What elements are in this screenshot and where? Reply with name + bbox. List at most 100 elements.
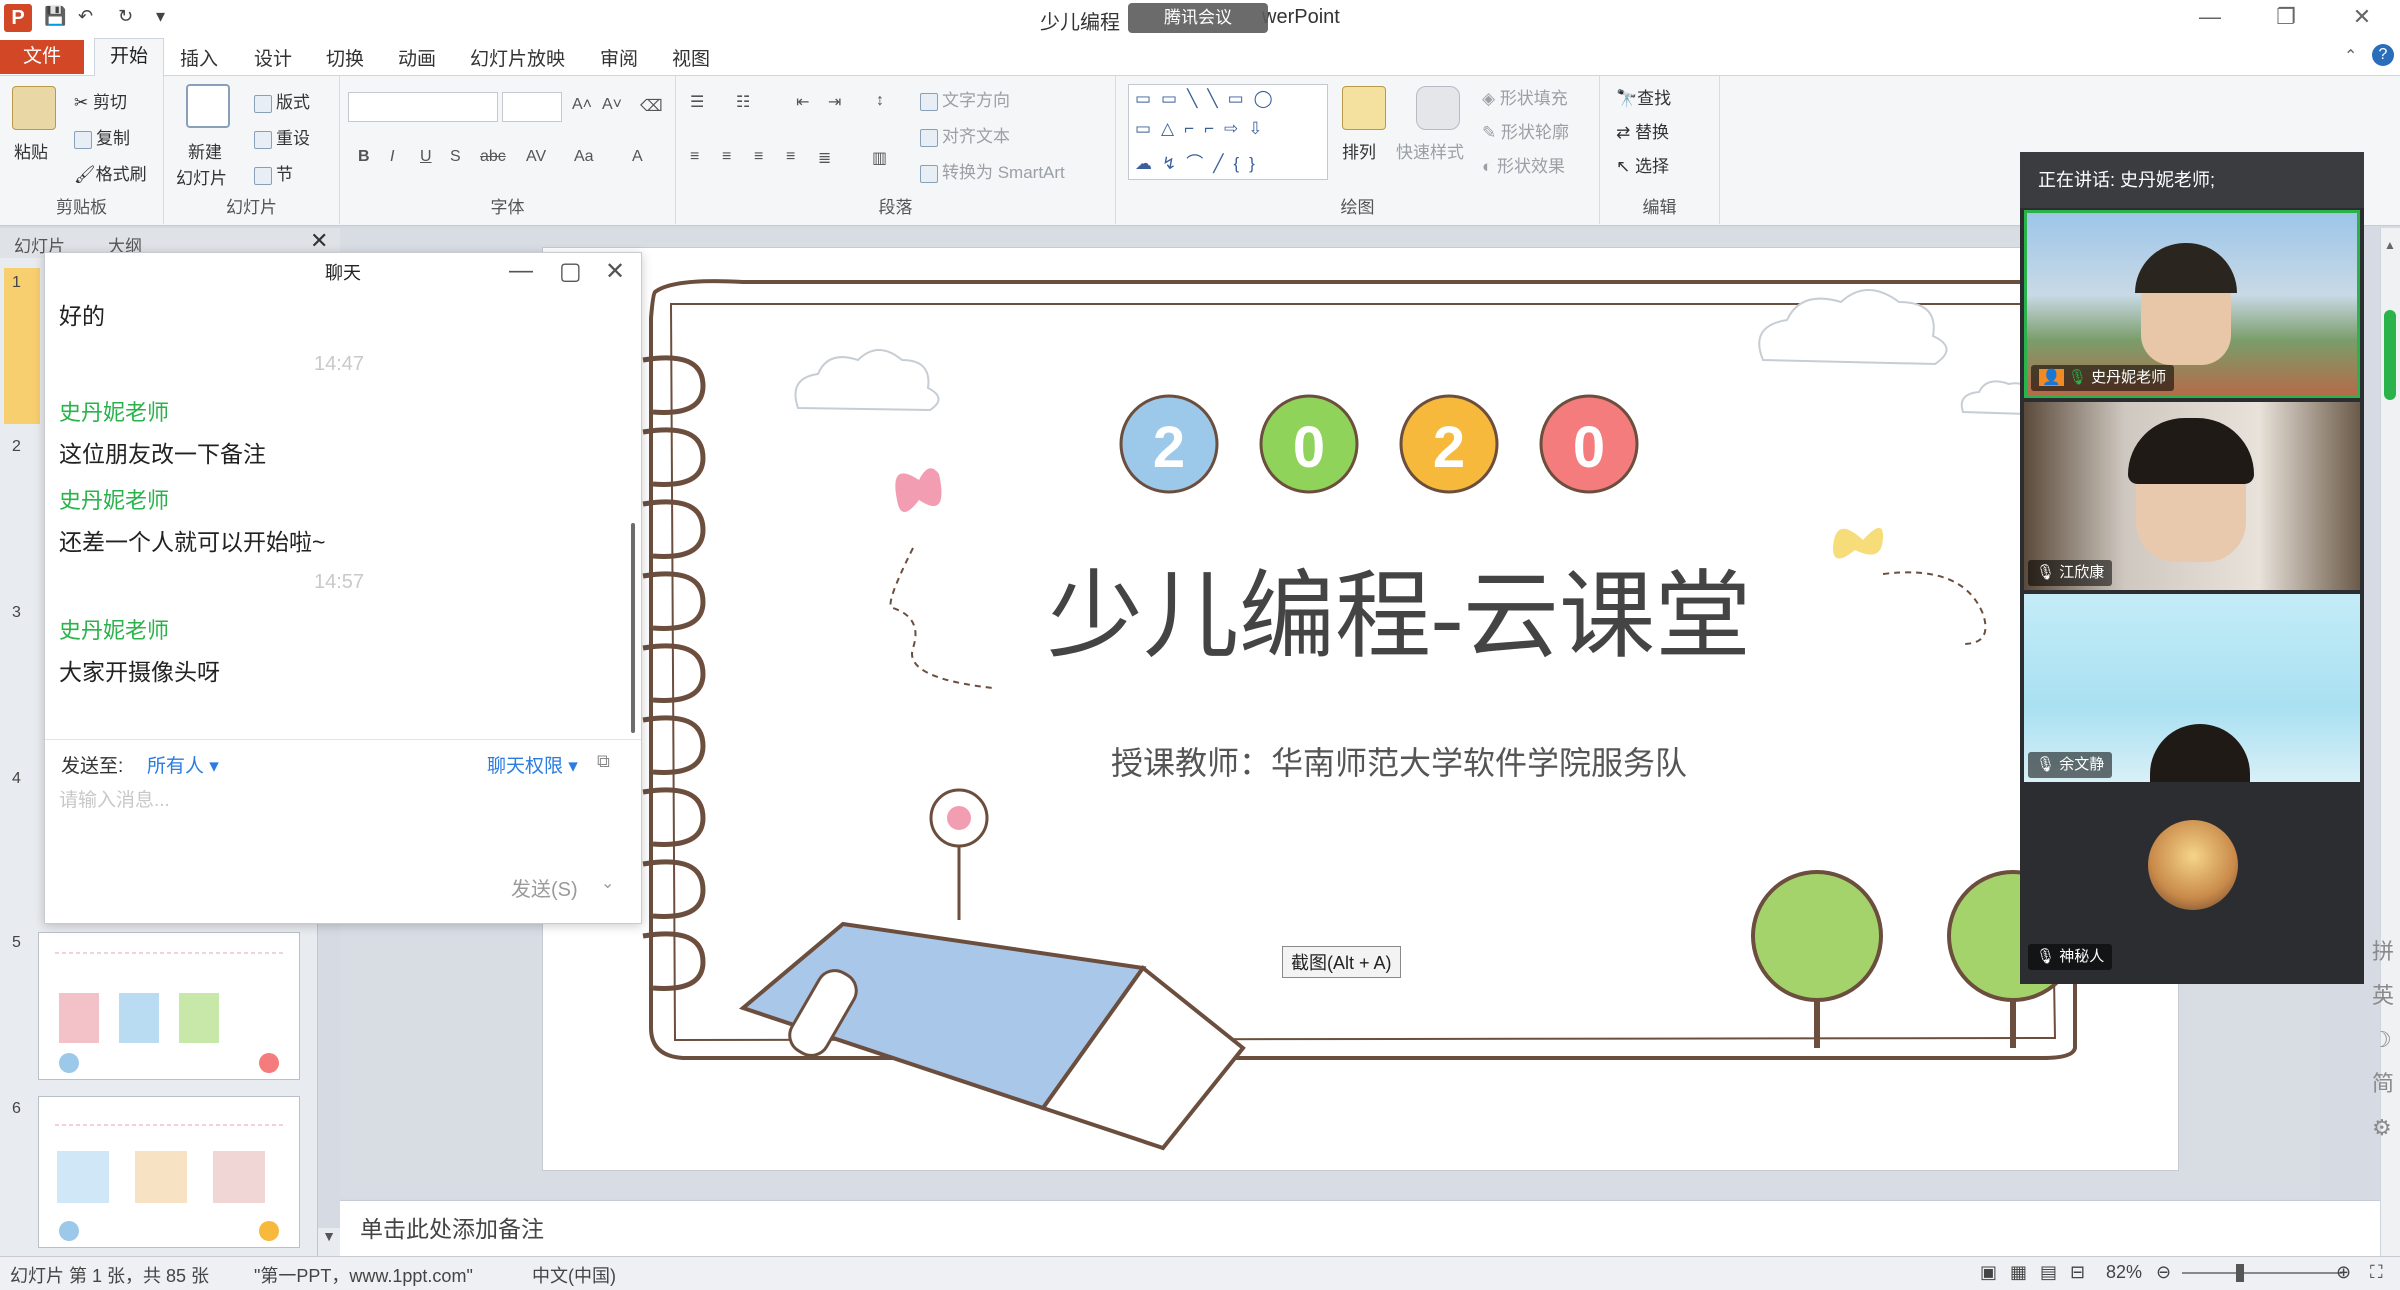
section-button[interactable]: 节: [254, 160, 293, 185]
layout-button[interactable]: 版式: [254, 88, 310, 113]
close-icon[interactable]: ✕: [2342, 4, 2382, 30]
restore-icon[interactable]: ❐: [2266, 4, 2306, 30]
slide-canvas[interactable]: 2 0 2 0 少儿编程-云课堂 授课教师：华南师范大学软件学院服务队: [543, 248, 2178, 1170]
new-slide-label-2[interactable]: 幻灯片: [176, 164, 227, 189]
shrink-font-icon[interactable]: A˅: [602, 96, 622, 114]
text-direction-button[interactable]: 文字方向: [920, 86, 1010, 111]
send-button[interactable]: 发送(S): [511, 873, 578, 902]
tab-insert[interactable]: 插入: [180, 44, 218, 71]
gear-icon[interactable]: ⚙: [2372, 1106, 2394, 1150]
zoom-level[interactable]: 82%: [2106, 1262, 2142, 1283]
shadow-icon[interactable]: S: [450, 148, 461, 166]
zoom-slider-thumb[interactable]: [2236, 1264, 2244, 1282]
select-button[interactable]: ↖ 选择: [1616, 152, 1669, 177]
bold-icon[interactable]: B: [358, 148, 370, 166]
shape-effects-button[interactable]: ◐ 形状效果: [1482, 152, 1565, 177]
scroll-thumb[interactable]: [2384, 310, 2396, 400]
bullets-icon[interactable]: ☰: [690, 92, 704, 112]
video-tile-2[interactable]: 🎙 江欣康: [2024, 402, 2360, 590]
video-tile-4[interactable]: 🎙 神秘人: [2024, 786, 2360, 974]
replace-button[interactable]: ⇄ 替换: [1616, 118, 1669, 143]
tab-animations[interactable]: 动画: [398, 44, 436, 71]
justify-icon[interactable]: ≡: [786, 148, 795, 166]
distribute-icon[interactable]: ≣: [818, 148, 831, 168]
decrease-indent-icon[interactable]: ⇤: [796, 92, 809, 112]
powerpoint-app-icon[interactable]: P: [4, 4, 32, 32]
increase-indent-icon[interactable]: ⇥: [828, 92, 841, 112]
new-slide-label-1[interactable]: 新建: [188, 138, 222, 163]
pane-scroll-down-icon[interactable]: ▼: [318, 1228, 340, 1258]
scroll-up-icon[interactable]: ▲: [2384, 238, 2396, 252]
normal-view-icon[interactable]: ▣: [1980, 1262, 1997, 1283]
font-color-icon[interactable]: A: [632, 148, 643, 166]
italic-icon[interactable]: I: [390, 148, 394, 166]
zoom-out-icon[interactable]: ⊖: [2156, 1262, 2171, 1283]
tab-transitions[interactable]: 切换: [326, 44, 364, 71]
save-icon[interactable]: 💾: [44, 6, 66, 27]
ime-char[interactable]: 拼: [2372, 930, 2394, 974]
tab-view[interactable]: 视图: [672, 44, 710, 71]
cut-button[interactable]: ✂ 剪切: [74, 88, 127, 113]
quick-styles-button[interactable]: 快速样式: [1396, 138, 1464, 163]
ime-toolbar[interactable]: 拼 英 ☽ 简 ⚙: [2372, 930, 2394, 1150]
video-tile-1[interactable]: 👤 🎙 史丹妮老师: [2024, 210, 2360, 398]
shape-outline-button[interactable]: ✎ 形状轮廓: [1482, 118, 1569, 143]
new-slide-icon[interactable]: [186, 84, 230, 128]
copy-button[interactable]: 复制: [74, 124, 130, 149]
char-spacing-icon[interactable]: AV: [526, 148, 546, 166]
align-text-button[interactable]: 对齐文本: [920, 122, 1010, 147]
zoom-slider[interactable]: [2182, 1272, 2342, 1274]
align-right-icon[interactable]: ≡: [754, 148, 763, 166]
moon-icon[interactable]: ☽: [2372, 1018, 2394, 1062]
format-painter-button[interactable]: 🖌格式刷: [74, 160, 147, 185]
chat-scrollbar[interactable]: [631, 523, 635, 733]
tab-file[interactable]: 文件: [0, 40, 84, 74]
meeting-app-indicator[interactable]: 腾讯会议: [1128, 3, 1268, 33]
chat-permissions-button[interactable]: 聊天权限 ▾: [487, 751, 578, 778]
slide-title[interactable]: 少儿编程-云课堂: [999, 538, 1799, 677]
redo-icon[interactable]: ↻: [118, 6, 133, 27]
notes-pane[interactable]: [340, 1200, 2380, 1256]
tab-slideshow[interactable]: 幻灯片放映: [470, 44, 565, 71]
slide-thumbnail-6[interactable]: [38, 1096, 300, 1248]
font-family-select[interactable]: [348, 92, 498, 122]
line-spacing-icon[interactable]: ↕: [876, 92, 884, 110]
shape-fill-button[interactable]: ◈ 形状填充: [1482, 84, 1568, 109]
align-center-icon[interactable]: ≡: [722, 148, 731, 166]
quick-styles-icon[interactable]: [1416, 86, 1460, 130]
paste-button[interactable]: 粘贴: [14, 138, 48, 163]
grow-font-icon[interactable]: A˄: [572, 96, 592, 114]
slideshow-view-icon[interactable]: ⊟: [2070, 1262, 2085, 1283]
shapes-gallery[interactable]: ▭▭╲╲▭◯ ▭△⌐⌐⇨⇩ ☁↯⌒╱{}: [1128, 84, 1328, 180]
chat-minimize-icon[interactable]: —: [509, 257, 533, 285]
fit-to-window-icon[interactable]: ⛶: [2370, 1262, 2383, 1283]
underline-icon[interactable]: U: [420, 148, 432, 166]
chat-maximize-icon[interactable]: ▢: [559, 257, 582, 286]
video-tile-3[interactable]: 🎙 余文静: [2024, 594, 2360, 782]
close-pane-icon[interactable]: ✕: [310, 228, 328, 254]
change-case-icon[interactable]: Aa: [574, 148, 594, 166]
slide-subtitle[interactable]: 授课教师：华南师范大学软件学院服务队: [999, 738, 1799, 784]
strikethrough-icon[interactable]: abc: [480, 148, 506, 166]
numbering-icon[interactable]: ☷: [736, 92, 750, 112]
reset-button[interactable]: 重设: [254, 124, 310, 149]
slide-thumbnail-5[interactable]: [38, 932, 300, 1080]
send-to-select[interactable]: 所有人 ▾: [147, 751, 219, 778]
chat-close-icon[interactable]: ✕: [605, 257, 625, 286]
undo-icon[interactable]: ↶: [78, 6, 93, 27]
reading-view-icon[interactable]: ▤: [2040, 1262, 2057, 1283]
minimize-icon[interactable]: —: [2190, 4, 2230, 30]
convert-smartart-button[interactable]: 转换为 SmartArt: [920, 158, 1065, 183]
send-options-icon[interactable]: ⌄: [601, 873, 614, 893]
collapse-ribbon-icon[interactable]: ⌃: [2344, 46, 2357, 66]
notes-placeholder[interactable]: 单击此处添加备注: [360, 1210, 544, 1244]
columns-icon[interactable]: ▥: [872, 148, 887, 168]
tab-review[interactable]: 审阅: [600, 44, 638, 71]
ime-char[interactable]: 英: [2372, 974, 2394, 1018]
language-status[interactable]: 中文(中国): [532, 1262, 616, 1288]
customize-qat-icon[interactable]: ▾: [156, 6, 165, 27]
find-button[interactable]: 🔭查找: [1616, 84, 1671, 109]
tab-design[interactable]: 设计: [254, 44, 292, 71]
help-icon[interactable]: ?: [2372, 44, 2394, 66]
arrange-icon[interactable]: [1342, 86, 1386, 130]
